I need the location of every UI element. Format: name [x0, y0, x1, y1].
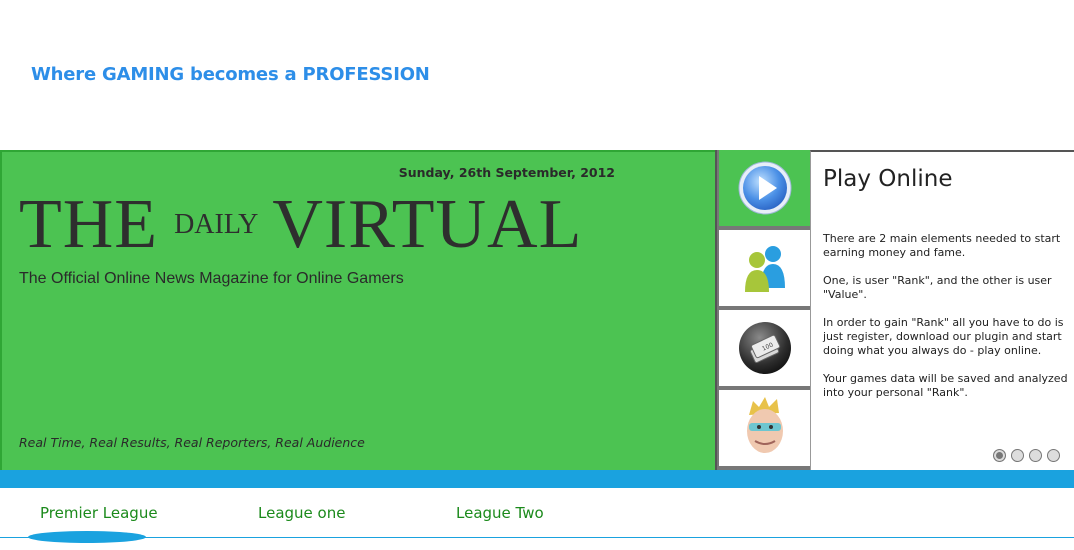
masthead-word-virtual: VIRTUAL [272, 186, 583, 263]
tab-league-one[interactable]: League one [258, 504, 345, 522]
pager-dot-2[interactable] [1011, 449, 1024, 462]
menu-item-users[interactable] [719, 230, 810, 306]
tab-premier-league[interactable]: Premier League [40, 504, 158, 522]
panel-paragraph: Your games data will be saved and analyz… [823, 372, 1068, 399]
gamer-face-icon [746, 397, 783, 453]
tab-league-two[interactable]: League Two [456, 504, 544, 522]
hero-date: Sunday, 26th September, 2012 [398, 165, 615, 180]
masthead-title: THE DAILY VIRTUAL [19, 190, 582, 260]
tabs-bottom-line [0, 537, 1074, 538]
site-tagline: Where GAMING becomes a PROFESSION [31, 64, 430, 85]
divider-bar [0, 470, 1074, 488]
masthead-word-daily: DAILY [174, 209, 259, 240]
menu-item-play[interactable] [719, 150, 810, 226]
panel-paragraph: One, is user "Rank", and the other is us… [823, 274, 1052, 301]
panel-paragraph: There are 2 main elements needed to star… [823, 232, 1061, 259]
slide-pager [993, 449, 1060, 462]
pager-dot-3[interactable] [1029, 449, 1042, 462]
hero-slogan: Real Time, Real Results, Real Reporters,… [19, 435, 365, 450]
users-icon [744, 246, 785, 292]
panel-paragraph: In order to gain "Rank" all you have to … [823, 316, 1064, 357]
money-icon: 100 [738, 322, 791, 374]
pager-dot-1[interactable] [993, 449, 1006, 462]
menu-item-money[interactable]: 100 [719, 310, 810, 386]
hero-subtitle: The Official Online News Magazine for On… [19, 270, 404, 287]
panel-body: There are 2 main elements needed to star… [823, 232, 1071, 414]
hero-banner: Sunday, 26th September, 2012 THE DAILY VIR… [0, 150, 715, 472]
menu-item-gamer[interactable] [719, 390, 810, 466]
play-icon [738, 161, 791, 215]
panel-title: Play Online [823, 166, 953, 192]
side-icon-menu: 100 [715, 150, 812, 470]
pager-dot-4[interactable] [1047, 449, 1060, 462]
info-panel: Play Online There are 2 main elements ne… [810, 150, 1074, 470]
league-tabs: Premier League League one League Two [0, 488, 1074, 543]
masthead-word-the: THE [19, 186, 159, 263]
